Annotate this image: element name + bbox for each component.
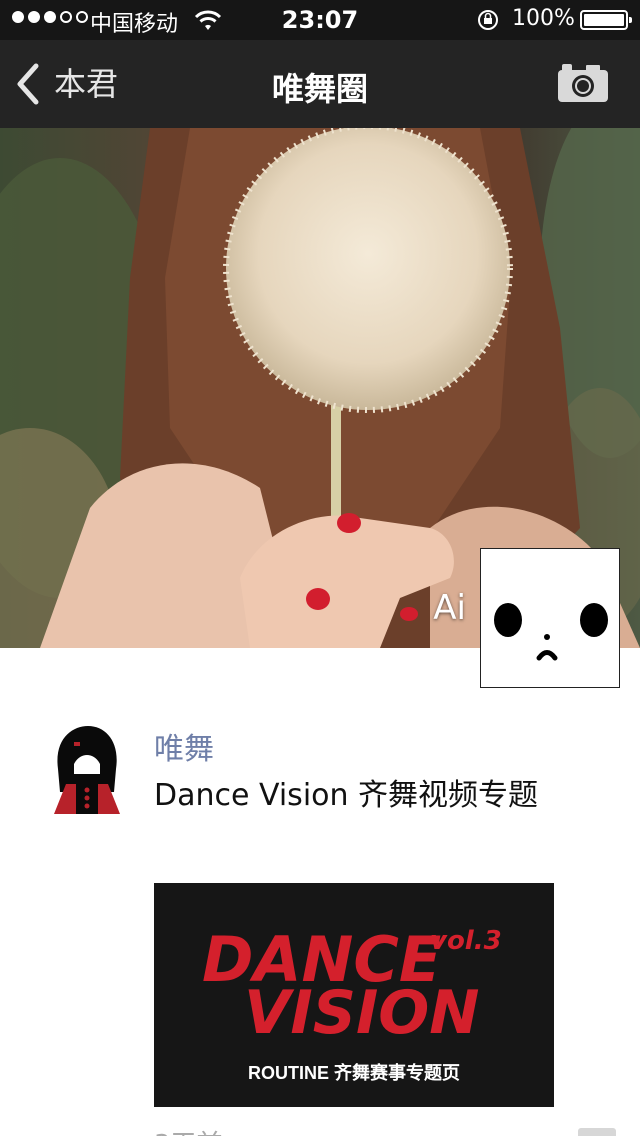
chevron-left-icon (17, 63, 39, 105)
camera-icon[interactable] (556, 62, 610, 104)
comment-button[interactable] (578, 1128, 616, 1136)
rotation-lock-icon (478, 10, 498, 30)
post-text: Dance Vision 齐舞视频专题 (154, 778, 539, 813)
battery-percent: 100% (512, 6, 575, 31)
status-bar: 中国移动 23:07 100% (0, 0, 640, 40)
poster-caption: ROUTINE 齐舞赛事专题页 (248, 1062, 460, 1083)
profile-avatar[interactable] (480, 548, 620, 688)
battery-icon (580, 10, 632, 30)
poster-volume: vol.3 (430, 926, 502, 956)
post-image[interactable]: DANCE vol.3 VISION ROUTINE 齐舞赛事专题页 (154, 883, 554, 1107)
back-button[interactable]: 本君 (14, 62, 118, 106)
panda-face-avatar (494, 603, 608, 661)
poster-line2: VISION (244, 978, 480, 1048)
author-avatar[interactable] (52, 724, 122, 814)
back-label: 本君 (54, 65, 119, 103)
dance-vision-poster: DANCE vol.3 VISION ROUTINE 齐舞赛事专题页 (202, 923, 502, 1083)
post-timestamp: 3天前 (154, 1124, 223, 1136)
profile-name[interactable]: Ai (400, 588, 466, 628)
navigation-bar: 本君 唯舞圈 (0, 40, 640, 128)
post-author-name[interactable]: 唯舞 (154, 724, 214, 768)
